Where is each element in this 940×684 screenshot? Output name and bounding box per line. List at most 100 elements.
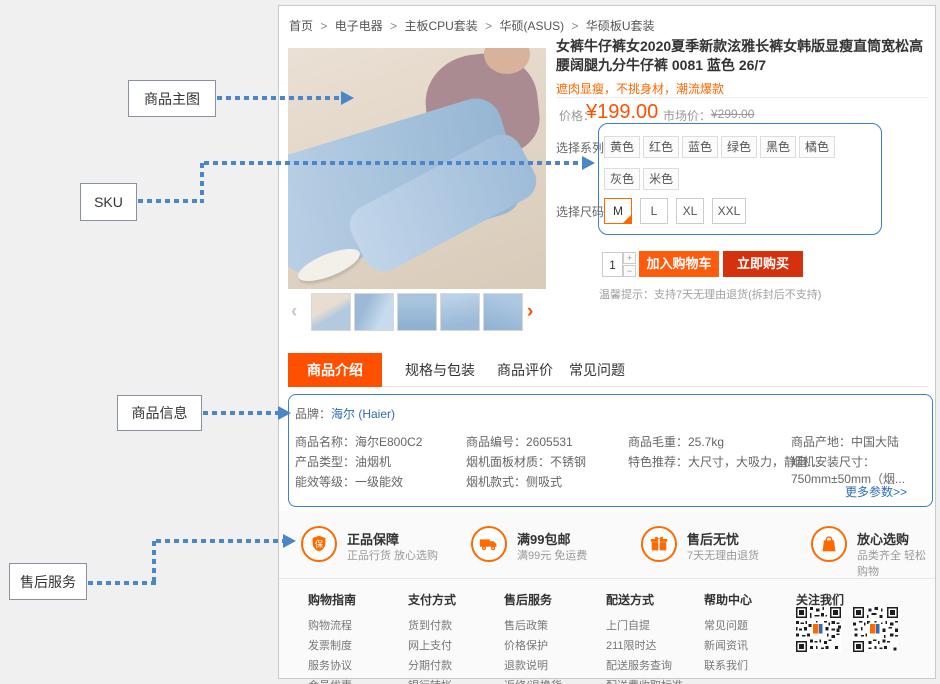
service-title: 满99包邮 <box>517 529 570 548</box>
breadcrumb-item[interactable]: 主板CPU套装 <box>404 19 477 33</box>
series-option[interactable]: 橘色 <box>799 136 835 158</box>
shield-icon: 保 <box>301 526 337 562</box>
info-field: 特色推荐：大尺寸，大吸力，静音... <box>628 453 818 470</box>
detail-tabbar: 商品介绍 规格与包装 商品评价 常见问题 <box>288 353 928 387</box>
breadcrumb-item[interactable]: 华硕板U套装 <box>586 19 655 33</box>
annotation-arrow-line <box>138 199 204 203</box>
footer-link[interactable]: 新闻资讯 <box>704 637 752 653</box>
breadcrumb-item[interactable]: 首页 <box>289 19 313 33</box>
breadcrumb-separator: > <box>485 19 492 33</box>
product-thumbnail[interactable] <box>483 293 523 331</box>
footer-link[interactable]: 返修/退换货 <box>504 677 562 684</box>
info-field: 商品名称：海尔E800C2 <box>295 433 422 450</box>
breadcrumb-item[interactable]: 华硕(ASUS) <box>499 19 564 33</box>
bag-icon <box>811 526 847 562</box>
product-thumbnail[interactable] <box>311 293 351 331</box>
footer-link[interactable]: 服务协议 <box>308 657 356 673</box>
info-field: 烟机面板材质：不锈钢 <box>466 453 586 470</box>
annotation-arrow-line <box>88 581 156 585</box>
service-desc: 品类齐全 轻松购物 <box>857 547 935 579</box>
tab-spec-package[interactable]: 规格与包装 <box>405 353 475 387</box>
annotation-arrowhead <box>283 534 296 548</box>
annotation-arrowhead <box>278 406 291 420</box>
info-field: 烟机安装尺寸：750mm±50mm（烟... <box>791 453 935 487</box>
footer-link[interactable]: 售后政策 <box>504 617 562 633</box>
annotation-arrow-line <box>156 539 284 543</box>
series-option[interactable]: 米色 <box>643 168 679 190</box>
size-option[interactable]: XL <box>676 198 704 224</box>
footer-column-title: 支付方式 <box>408 591 456 608</box>
size-option[interactable]: L <box>640 198 668 224</box>
divider <box>556 97 928 98</box>
tab-faq[interactable]: 常见问题 <box>569 353 625 387</box>
breadcrumb-item[interactable]: 电子电器 <box>335 19 383 33</box>
footer-link[interactable]: 配送费收取标准 <box>606 677 683 684</box>
series-option[interactable]: 黄色 <box>604 136 640 158</box>
series-option[interactable]: 蓝色 <box>682 136 718 158</box>
annotation-after-sales-label: 售后服务 <box>9 563 87 600</box>
info-field: 商品产地：中国大陆 <box>791 433 899 450</box>
footer-link[interactable]: 价格保护 <box>504 637 562 653</box>
thumbs-next-icon[interactable]: › <box>527 299 533 325</box>
info-field: 商品编号：2605531 <box>466 433 573 450</box>
footer-column-title: 购物指南 <box>308 591 356 608</box>
product-thumbnail[interactable] <box>397 293 437 331</box>
qr-code <box>853 607 898 652</box>
product-thumbnail[interactable] <box>440 293 480 331</box>
gift-icon <box>641 526 677 562</box>
footer-link[interactable]: 发票制度 <box>308 637 356 653</box>
more-params-link[interactable]: 更多参数>> <box>845 483 907 500</box>
tab-product-intro[interactable]: 商品介绍 <box>288 353 382 387</box>
series-option[interactable]: 红色 <box>643 136 679 158</box>
footer-link[interactable]: 货到付款 <box>408 617 456 633</box>
service-title: 售后无忧 <box>687 529 739 548</box>
info-field: 烟机款式：侧吸式 <box>466 473 562 490</box>
annotated-screenshot-canvas: 首页 > 电子电器 > 主板CPU套装 > 华硕(ASUS) > 华硕板U套装 … <box>0 0 940 684</box>
market-price-value: ¥299.00 <box>711 107 754 121</box>
footer-link[interactable]: 分期付款 <box>408 657 456 673</box>
footer-link[interactable]: 会员优惠 <box>308 677 356 684</box>
quantity-input[interactable] <box>602 252 623 277</box>
annotation-arrow-line <box>152 541 156 585</box>
info-field: 商品毛重：25.7kg <box>628 433 724 450</box>
tab-reviews[interactable]: 商品评价 <box>497 353 553 387</box>
breadcrumb-separator: > <box>572 19 579 33</box>
footer-link[interactable]: 联系我们 <box>704 657 752 673</box>
footer-column-delivery: 配送方式 上门自提 211限时达 配送服务查询 配送费收取标准 海外配送 <box>606 591 683 684</box>
product-promo-text: 遮肉显瘦，不挑身材，潮流爆款 <box>556 80 724 97</box>
quantity-decrease-button[interactable]: − <box>623 265 636 277</box>
add-to-cart-button[interactable]: 加入购物车 <box>639 251 719 277</box>
size-option[interactable]: XXL <box>712 198 746 224</box>
footer-link[interactable]: 网上支付 <box>408 637 456 653</box>
service-title: 正品保障 <box>347 529 399 548</box>
thumbs-prev-icon[interactable]: ‹ <box>291 299 297 325</box>
service-title: 放心选购 <box>857 529 909 548</box>
product-page: 首页 > 电子电器 > 主板CPU套装 > 华硕(ASUS) > 华硕板U套装 … <box>278 5 936 679</box>
brand-label: 品牌： <box>295 405 331 422</box>
quantity-increase-button[interactable]: + <box>623 252 636 264</box>
product-main-image[interactable] <box>288 48 546 289</box>
series-option[interactable]: 绿色 <box>721 136 757 158</box>
footer-link[interactable]: 退款说明 <box>504 657 562 673</box>
footer-link[interactable]: 银行转帐 <box>408 677 456 684</box>
brand-link[interactable]: 海尔 (Haier) <box>331 405 395 422</box>
footer-link[interactable]: 配送服务查询 <box>606 657 683 673</box>
series-option[interactable]: 黑色 <box>760 136 796 158</box>
footer-column-help-center: 帮助中心 常见问题 新闻资讯 联系我们 <box>704 591 752 677</box>
annotation-product-info-label: 商品信息 <box>117 395 202 431</box>
footer-link[interactable]: 上门自提 <box>606 617 683 633</box>
info-field: 产品类型：油烟机 <box>295 453 391 470</box>
buy-now-button[interactable]: 立即购买 <box>723 251 803 277</box>
series-option[interactable]: 灰色 <box>604 168 640 190</box>
footer-link[interactable]: 购物流程 <box>308 617 356 633</box>
footer-link[interactable]: 211限时达 <box>606 637 683 653</box>
product-thumbnail[interactable] <box>354 293 394 331</box>
size-option-selected[interactable]: M <box>604 198 632 224</box>
footer-column-title: 配送方式 <box>606 591 683 608</box>
service-desc: 满99元 免运费 <box>517 547 587 563</box>
breadcrumb-separator: > <box>320 19 327 33</box>
footer-column-after-sales: 售后服务 售后政策 价格保护 退款说明 返修/退换货 取消订单 <box>504 591 562 684</box>
footer-link[interactable]: 常见问题 <box>704 617 752 633</box>
annotation-sku-label: SKU <box>80 183 137 221</box>
annotation-arrow-line <box>200 163 204 203</box>
